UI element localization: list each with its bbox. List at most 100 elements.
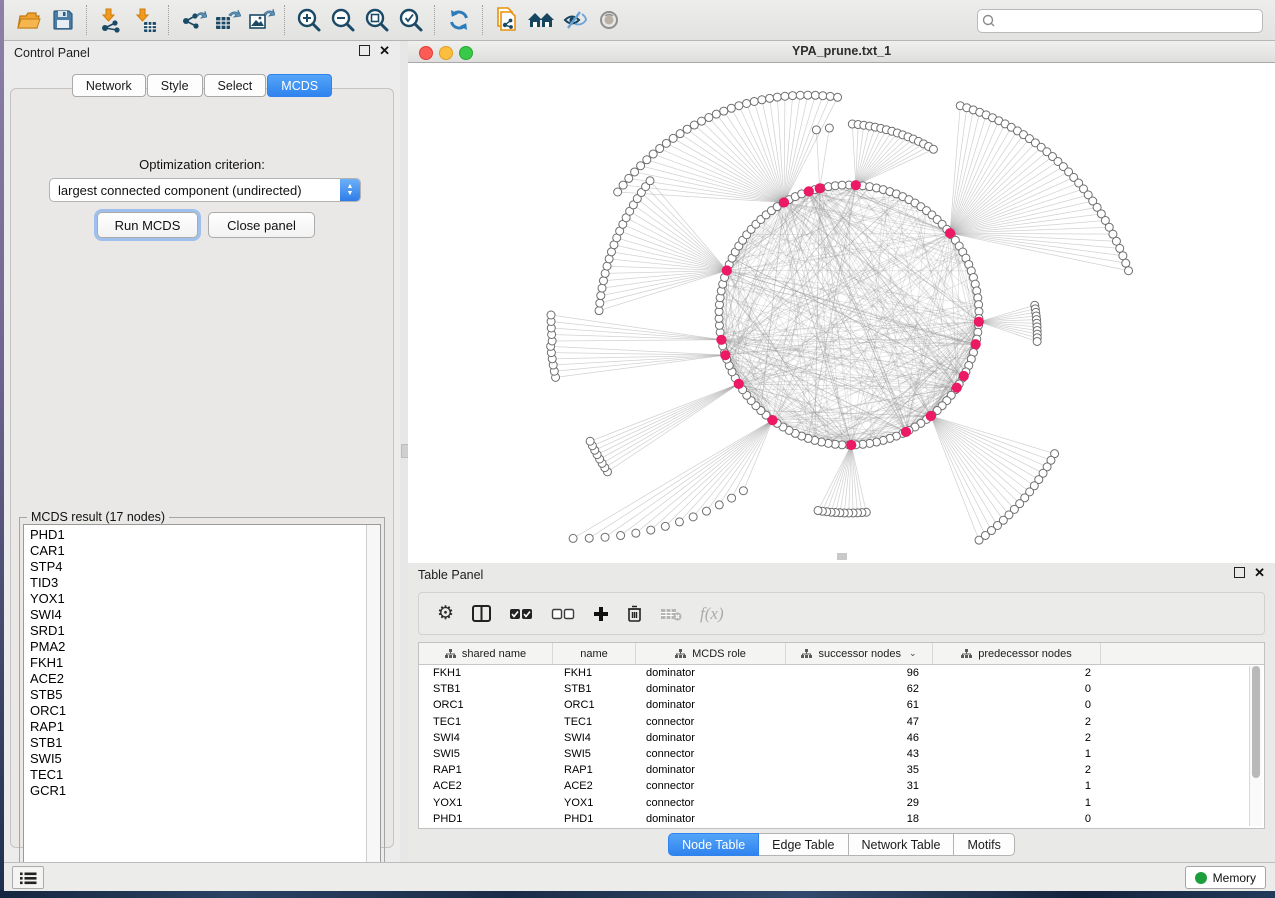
column-header-successor-nodes[interactable]: successor nodes⌄ <box>786 643 933 664</box>
column-header-MCDS-role[interactable]: MCDS role <box>636 643 786 664</box>
network-leaf-node[interactable] <box>601 269 609 277</box>
table-cell[interactable]: SWI5 <box>419 748 553 760</box>
network-leaf-node[interactable] <box>669 134 677 142</box>
table-cell[interactable]: RAP1 <box>419 764 553 776</box>
network-leaf-node[interactable] <box>975 536 983 544</box>
mcds-result-item[interactable]: STB1 <box>30 735 380 751</box>
table-cell[interactable]: 0 <box>933 813 1101 825</box>
network-hub-node[interactable] <box>974 317 983 326</box>
zoom-fit-icon[interactable] <box>360 4 394 36</box>
network-leaf-node[interactable] <box>825 124 833 132</box>
network-leaf-node[interactable] <box>796 91 804 99</box>
column-header-predecessor-nodes[interactable]: predecessor nodes <box>933 643 1101 664</box>
network-leaf-node[interactable] <box>662 139 670 147</box>
network-hub-node[interactable] <box>851 181 860 190</box>
network-leaf-node[interactable] <box>712 110 720 118</box>
search-field[interactable] <box>977 9 1263 33</box>
network-leaf-node[interactable] <box>929 145 937 153</box>
tab-select[interactable]: Select <box>204 74 267 97</box>
column-header-shared-name[interactable]: shared name <box>419 643 553 664</box>
network-leaf-node[interactable] <box>814 507 822 515</box>
table-cell[interactable]: dominator <box>636 699 786 711</box>
zoom-out-icon[interactable] <box>326 4 360 36</box>
network-leaf-node[interactable] <box>698 117 706 125</box>
table-cell[interactable]: 1 <box>933 780 1101 792</box>
table-row[interactable]: FKH1FKH1dominator962 <box>419 665 1264 681</box>
network-hub-node[interactable] <box>815 184 824 193</box>
network-leaf-node[interactable] <box>1125 267 1133 275</box>
network-leaf-node[interactable] <box>819 92 827 100</box>
refresh-icon[interactable] <box>442 4 476 36</box>
zoom-in-icon[interactable] <box>292 4 326 36</box>
network-leaf-node[interactable] <box>675 518 683 526</box>
network-leaf-node[interactable] <box>766 94 774 102</box>
network-hub-node[interactable] <box>926 411 935 420</box>
tab-network-table[interactable]: Network Table <box>849 833 955 856</box>
mcds-result-item[interactable]: ORC1 <box>30 703 380 719</box>
mcds-result-item[interactable]: PHD1 <box>30 527 380 543</box>
table-cell[interactable]: 62 <box>786 683 933 695</box>
network-leaf-node[interactable] <box>676 130 684 138</box>
table-cell[interactable]: dominator <box>636 667 786 679</box>
network-leaf-node[interactable] <box>720 107 728 115</box>
network-hub-node[interactable] <box>959 371 968 380</box>
table-cell[interactable]: FKH1 <box>553 667 636 679</box>
export-network-icon[interactable] <box>176 4 210 36</box>
table-cell[interactable]: 2 <box>933 667 1101 679</box>
table-cell[interactable]: YOX1 <box>553 797 636 809</box>
network-leaf-node[interactable] <box>647 526 655 534</box>
network-hub-node[interactable] <box>847 440 856 449</box>
network-leaf-node[interactable] <box>804 91 812 99</box>
table-cell[interactable]: 1 <box>933 748 1101 760</box>
table-cell[interactable]: connector <box>636 748 786 760</box>
table-cell[interactable]: 35 <box>786 764 933 776</box>
mcds-result-item[interactable]: SRD1 <box>30 623 380 639</box>
tab-style[interactable]: Style <box>147 74 203 97</box>
hide-eye-icon[interactable] <box>558 4 592 36</box>
table-cell[interactable]: ORC1 <box>419 699 553 711</box>
tab-motifs[interactable]: Motifs <box>954 833 1014 856</box>
optimization-criterion-select[interactable]: largest connected component (undirected)… <box>49 178 361 202</box>
network-leaf-node[interactable] <box>597 292 605 300</box>
table-row[interactable]: YOX1YOX1connector291 <box>419 795 1264 811</box>
network-leaf-node[interactable] <box>585 534 593 542</box>
network-leaf-node[interactable] <box>631 168 639 176</box>
network-leaf-node[interactable] <box>705 114 713 122</box>
table-row[interactable]: TEC1TEC1connector472 <box>419 714 1264 730</box>
mcds-result-item[interactable]: PMA2 <box>30 639 380 655</box>
node-table[interactable]: shared namenameMCDS rolesuccessor nodes⌄… <box>418 642 1265 829</box>
network-hub-node[interactable] <box>717 335 726 344</box>
table-cell[interactable]: YOX1 <box>419 797 553 809</box>
open-folder-icon[interactable] <box>12 4 46 36</box>
tab-network[interactable]: Network <box>72 74 146 97</box>
deselect-all-icon[interactable] <box>551 608 575 620</box>
network-hub-node[interactable] <box>952 383 961 392</box>
network-hub-node[interactable] <box>804 187 813 196</box>
float-panel-icon[interactable] <box>359 45 370 56</box>
table-cell[interactable]: 18 <box>786 813 933 825</box>
network-graph[interactable] <box>408 63 1275 563</box>
network-leaf-node[interactable] <box>773 93 781 101</box>
table-cell[interactable]: 31 <box>786 780 933 792</box>
network-canvas[interactable] <box>408 63 1275 563</box>
table-row[interactable]: SWI5SWI5connector431 <box>419 746 1264 762</box>
mcds-result-item[interactable]: TID3 <box>30 575 380 591</box>
table-cell[interactable]: connector <box>636 780 786 792</box>
table-row[interactable]: RAP1RAP1dominator352 <box>419 762 1264 778</box>
table-cell[interactable]: RAP1 <box>553 764 636 776</box>
table-cell[interactable]: 96 <box>786 667 933 679</box>
mcds-result-item[interactable]: RAP1 <box>30 719 380 735</box>
table-row[interactable]: ORC1ORC1dominator610 <box>419 697 1264 713</box>
network-leaf-node[interactable] <box>735 102 743 110</box>
network-leaf-node[interactable] <box>599 277 607 285</box>
network-leaf-node[interactable] <box>689 513 697 521</box>
select-all-icon[interactable] <box>509 608 533 620</box>
network-hub-node[interactable] <box>734 379 743 388</box>
table-row[interactable]: STB1STB1dominator620 <box>419 681 1264 697</box>
table-cell[interactable]: PHD1 <box>553 813 636 825</box>
network-leaf-node[interactable] <box>789 92 797 100</box>
table-cell[interactable]: 0 <box>933 699 1101 711</box>
run-mcds-button[interactable]: Run MCDS <box>97 212 198 238</box>
export-table-icon[interactable] <box>210 4 244 36</box>
column-header-name[interactable]: name <box>553 643 636 664</box>
